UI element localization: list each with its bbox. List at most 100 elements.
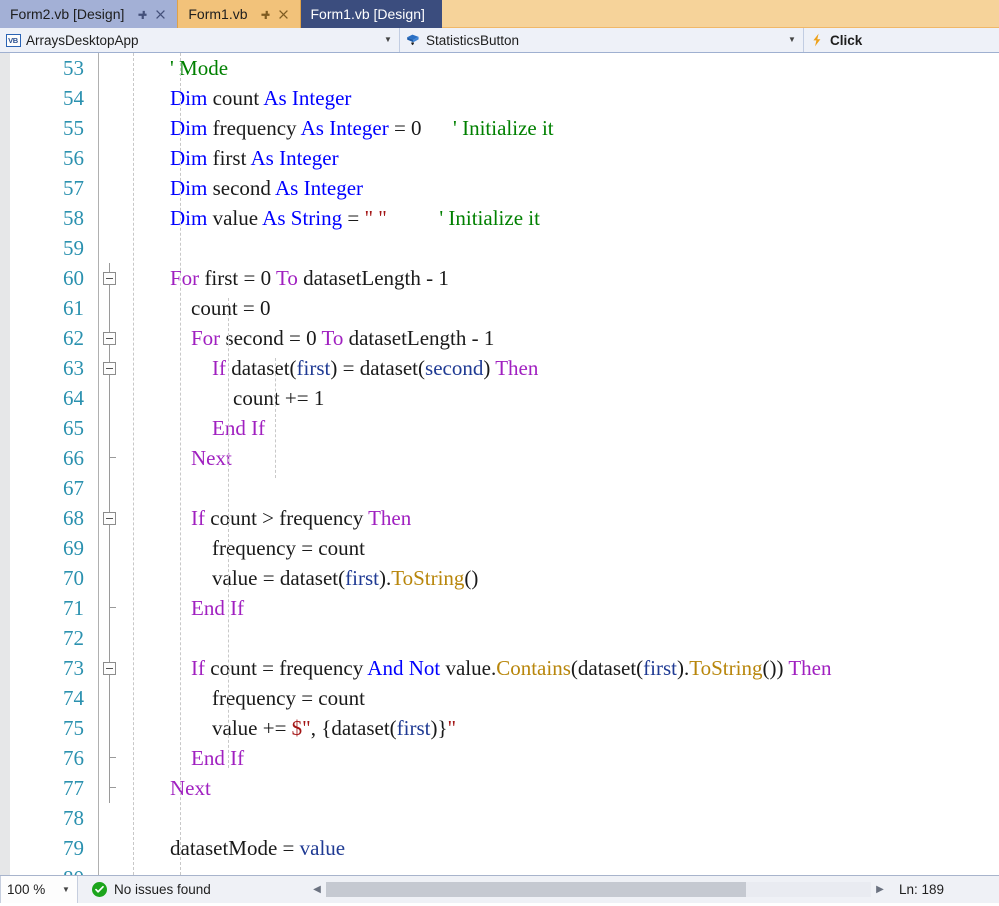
scrollbar-track[interactable] bbox=[326, 882, 871, 897]
code-line[interactable]: 65 End If bbox=[0, 413, 999, 443]
outlining-margin-cell[interactable] bbox=[84, 323, 122, 353]
outlining-margin-cell[interactable] bbox=[84, 113, 122, 143]
code-line[interactable]: 79 datasetMode = value bbox=[0, 833, 999, 863]
code-line[interactable]: 59 bbox=[0, 233, 999, 263]
code-line[interactable]: 71 End If bbox=[0, 593, 999, 623]
collapse-region-icon[interactable] bbox=[103, 662, 116, 675]
pin-icon[interactable] bbox=[258, 6, 274, 22]
outlining-margin-cell[interactable] bbox=[84, 83, 122, 113]
code-line[interactable]: 67 bbox=[0, 473, 999, 503]
outlining-margin-cell[interactable] bbox=[84, 833, 122, 863]
outlining-margin-cell[interactable] bbox=[84, 713, 122, 743]
code-line[interactable]: 54 Dim count As Integer bbox=[0, 83, 999, 113]
code-line[interactable]: 61 count = 0 bbox=[0, 293, 999, 323]
region-end-marker bbox=[109, 773, 116, 788]
code-line[interactable]: 77 Next bbox=[0, 773, 999, 803]
outlining-margin-cell[interactable] bbox=[84, 173, 122, 203]
outlining-margin-cell[interactable] bbox=[84, 743, 122, 773]
collapse-region-icon[interactable] bbox=[103, 512, 116, 525]
tab-form1-vb[interactable]: Form1.vb bbox=[177, 0, 301, 28]
code-line-text: datasetMode = value bbox=[128, 836, 346, 860]
code-line[interactable]: 60 For first = 0 To datasetLength - 1 bbox=[0, 263, 999, 293]
code-line[interactable]: 72 bbox=[0, 623, 999, 653]
code-line[interactable]: 75 value += $", {dataset(first)}" bbox=[0, 713, 999, 743]
outlining-margin-cell[interactable] bbox=[84, 203, 122, 233]
code-line[interactable]: 62 For second = 0 To datasetLength - 1 bbox=[0, 323, 999, 353]
code-line[interactable]: 68 If count > frequency Then bbox=[0, 503, 999, 533]
outlining-margin-cell[interactable] bbox=[84, 503, 122, 533]
collapse-region-icon[interactable] bbox=[103, 272, 116, 285]
outlining-margin-cell[interactable] bbox=[84, 293, 122, 323]
code-line-text: Dim count As Integer bbox=[170, 86, 352, 110]
tab-label: Form1.vb [Design] bbox=[310, 6, 425, 22]
code-line-text: Next bbox=[170, 776, 211, 800]
code-line-text: For second = 0 To datasetLength - 1 bbox=[191, 326, 495, 350]
code-line[interactable]: 63 If dataset(first) = dataset(second) T… bbox=[0, 353, 999, 383]
close-icon[interactable] bbox=[152, 6, 168, 22]
code-line[interactable]: 55 Dim frequency As Integer = 0 ' Initia… bbox=[0, 113, 999, 143]
code-line[interactable]: 66 Next bbox=[0, 443, 999, 473]
code-line[interactable]: 80 bbox=[0, 863, 999, 875]
outlining-margin-cell[interactable] bbox=[84, 53, 122, 83]
code-lines-container[interactable]: 53 ' Mode 54 Dim count As Integer 55 Dim f… bbox=[0, 53, 999, 875]
outlining-margin-cell[interactable] bbox=[84, 593, 122, 623]
line-number: 71 bbox=[63, 596, 84, 620]
code-editor[interactable]: 53 ' Mode 54 Dim count As Integer 55 Dim f… bbox=[0, 53, 999, 875]
collapse-region-icon[interactable] bbox=[103, 362, 116, 375]
outlining-margin-cell[interactable] bbox=[84, 683, 122, 713]
outlining-margin-cell[interactable] bbox=[84, 353, 122, 383]
code-line-text: Dim second As Integer bbox=[170, 176, 364, 200]
code-line[interactable]: 69 frequency = count bbox=[0, 533, 999, 563]
code-line[interactable]: 74 frequency = count bbox=[0, 683, 999, 713]
code-line[interactable]: 70 value = dataset(first).ToString() bbox=[0, 563, 999, 593]
outlining-margin-cell[interactable] bbox=[84, 383, 122, 413]
chevron-down-icon[interactable]: ▼ bbox=[785, 36, 799, 44]
code-line[interactable]: 76 End If bbox=[0, 743, 999, 773]
code-line[interactable]: 73 If count = frequency And Not value.Co… bbox=[0, 653, 999, 683]
line-number: 80 bbox=[0, 863, 84, 875]
outlining-margin-cell[interactable] bbox=[84, 653, 122, 683]
zoom-level-dropdown[interactable]: 100 % ▼ bbox=[0, 876, 78, 903]
outlining-margin-cell[interactable] bbox=[84, 143, 122, 173]
code-line[interactable]: 64 count += 1 bbox=[0, 383, 999, 413]
line-number: 54 bbox=[63, 86, 84, 110]
code-line[interactable]: 58 Dim value As String = " " ' Initializ… bbox=[0, 203, 999, 233]
line-number: 77 bbox=[63, 776, 84, 800]
pin-icon[interactable] bbox=[134, 6, 150, 22]
issues-status[interactable]: No issues found bbox=[78, 876, 308, 903]
outlining-margin-cell[interactable] bbox=[84, 233, 122, 263]
event-dropdown[interactable]: Click bbox=[804, 28, 999, 52]
outlining-margin-cell[interactable] bbox=[84, 563, 122, 593]
triangle-left-icon[interactable]: ◀ bbox=[308, 884, 326, 895]
outlining-margin-cell[interactable] bbox=[84, 533, 122, 563]
code-line[interactable]: 56 Dim first As Integer bbox=[0, 143, 999, 173]
outlining-margin-cell[interactable] bbox=[84, 443, 122, 473]
outlining-margin-cell[interactable] bbox=[84, 773, 122, 803]
close-icon[interactable] bbox=[276, 6, 292, 22]
code-line[interactable]: 78 bbox=[0, 803, 999, 833]
indent-guide bbox=[275, 358, 276, 478]
collapse-region-icon[interactable] bbox=[103, 332, 116, 345]
outlining-margin-cell[interactable] bbox=[84, 413, 122, 443]
code-line[interactable]: 57 Dim second As Integer bbox=[0, 173, 999, 203]
scrollbar-thumb[interactable] bbox=[326, 882, 746, 897]
project-name: ArraysDesktopApp bbox=[26, 32, 139, 48]
region-end-marker bbox=[109, 443, 116, 458]
project-type-dropdown[interactable]: VB ArraysDesktopApp ▼ bbox=[0, 28, 400, 52]
region-end-marker bbox=[109, 743, 116, 758]
code-line-text: If count > frequency Then bbox=[191, 506, 412, 530]
chevron-down-icon[interactable]: ▼ bbox=[59, 885, 73, 894]
outlining-margin-cell[interactable] bbox=[84, 623, 122, 653]
tab-form2-design[interactable]: Form2.vb [Design] bbox=[0, 0, 178, 28]
chevron-down-icon[interactable]: ▼ bbox=[381, 36, 395, 44]
outlining-margin-cell[interactable] bbox=[84, 263, 122, 293]
outlining-margin-cell[interactable] bbox=[84, 473, 122, 503]
outlining-margin-cell[interactable] bbox=[84, 803, 122, 833]
outlining-margin-cell[interactable] bbox=[84, 863, 122, 875]
triangle-right-icon[interactable]: ▶ bbox=[871, 884, 889, 895]
line-number: 66 bbox=[63, 446, 84, 470]
horizontal-scrollbar[interactable]: ◀ ▶ bbox=[308, 876, 889, 903]
member-dropdown[interactable]: StatisticsButton ▼ bbox=[400, 28, 804, 52]
tab-form1-design[interactable]: Form1.vb [Design] bbox=[300, 0, 442, 28]
code-line[interactable]: 53 ' Mode bbox=[0, 53, 999, 83]
